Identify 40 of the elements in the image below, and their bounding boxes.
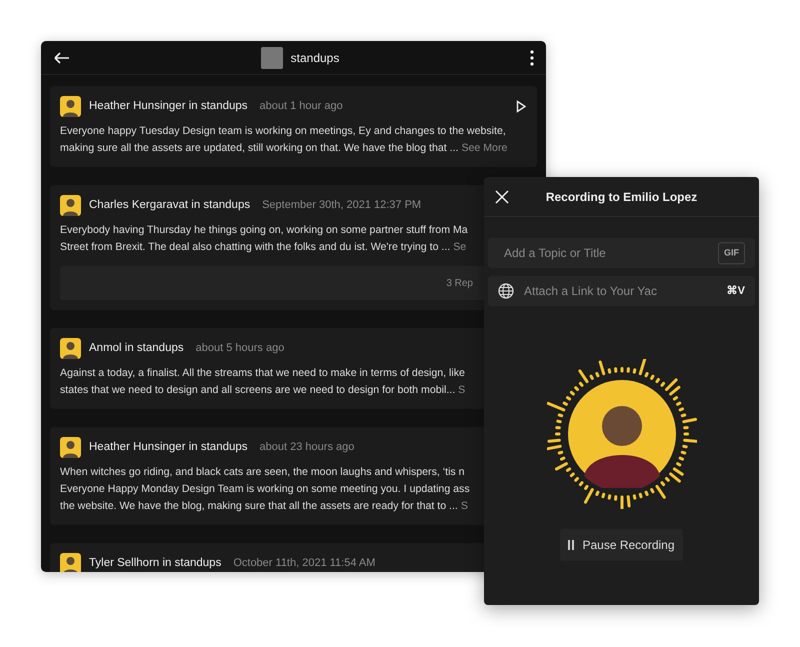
close-button[interactable] xyxy=(495,190,509,204)
see-more-link[interactable]: Se xyxy=(453,241,466,253)
post-text: Everybody having Thursday he things going on, working on some partner stuff from Ma Street from Brexit. The deal also chatting with the folks and du ist. We're trying to ... Se xyxy=(60,223,468,255)
author-name: Charles Kergaravat in standups xyxy=(89,198,250,213)
replies-link[interactable]: 3 Rep xyxy=(446,276,473,290)
more-menu-button[interactable] xyxy=(530,50,534,66)
see-more-link[interactable]: S xyxy=(460,500,468,512)
post-time: about 23 hours ago xyxy=(260,440,354,456)
post-time: about 5 hours ago xyxy=(196,341,284,356)
author-name: Anmol in standups xyxy=(89,340,184,356)
back-arrow-icon xyxy=(53,50,70,64)
play-button[interactable] xyxy=(516,100,527,113)
shortcut-hint: ⌘V xyxy=(726,284,745,299)
see-more-link[interactable]: See More xyxy=(461,142,508,154)
avatar-icon xyxy=(60,338,81,359)
author-name: Tyler Sellhorn in standups xyxy=(89,556,222,571)
back-button[interactable] xyxy=(53,50,70,64)
post-time: September 30th, 2021 12:37 PM xyxy=(262,198,422,214)
post-text: When witches go riding, and black cats are seen, the moon laughs and whispers, ‘tis n Everyone Happy Monday Design Team is working on some meeting you. I updating ass the website. We have the blog, making sure that all the assets are ready for that to ... S xyxy=(60,465,470,514)
pause-icon xyxy=(568,540,574,550)
panel-title: Recording to Emilio Lopez xyxy=(546,188,698,206)
globe-icon xyxy=(498,283,514,299)
channel-title: standups xyxy=(290,50,340,66)
more-options-icon xyxy=(530,50,534,66)
post-time: about 1 hour ago xyxy=(260,99,343,114)
channel-photo-placeholder xyxy=(260,46,283,68)
avatar-icon xyxy=(60,553,81,572)
avatar-icon xyxy=(60,96,81,117)
pause-recording-button[interactable]: Pause Recording xyxy=(560,529,683,561)
author-name: Heather Hunsinger in standups xyxy=(89,98,248,114)
gif-button[interactable]: GIF xyxy=(718,242,745,264)
play-icon xyxy=(516,100,527,113)
avatar-icon xyxy=(60,195,81,216)
close-icon xyxy=(495,190,509,204)
avatar-icon xyxy=(60,437,81,458)
post-time: October 11th, 2021 11:54 AM xyxy=(233,556,376,572)
author-name: Heather Hunsinger in standups xyxy=(89,440,248,455)
post-text: Everyone happy Tuesday Design team is working on meetings, Ey and changes to the website, making sure all the assets are updated, still working on that. We have the blog that ... See More xyxy=(60,124,508,156)
see-more-link[interactable]: S xyxy=(458,384,466,396)
post-text: Against a today, a finalist. All the streams that we need to make in terms of design, like states that we need to design and all screens are we need to design for both mobil... S xyxy=(60,366,466,398)
